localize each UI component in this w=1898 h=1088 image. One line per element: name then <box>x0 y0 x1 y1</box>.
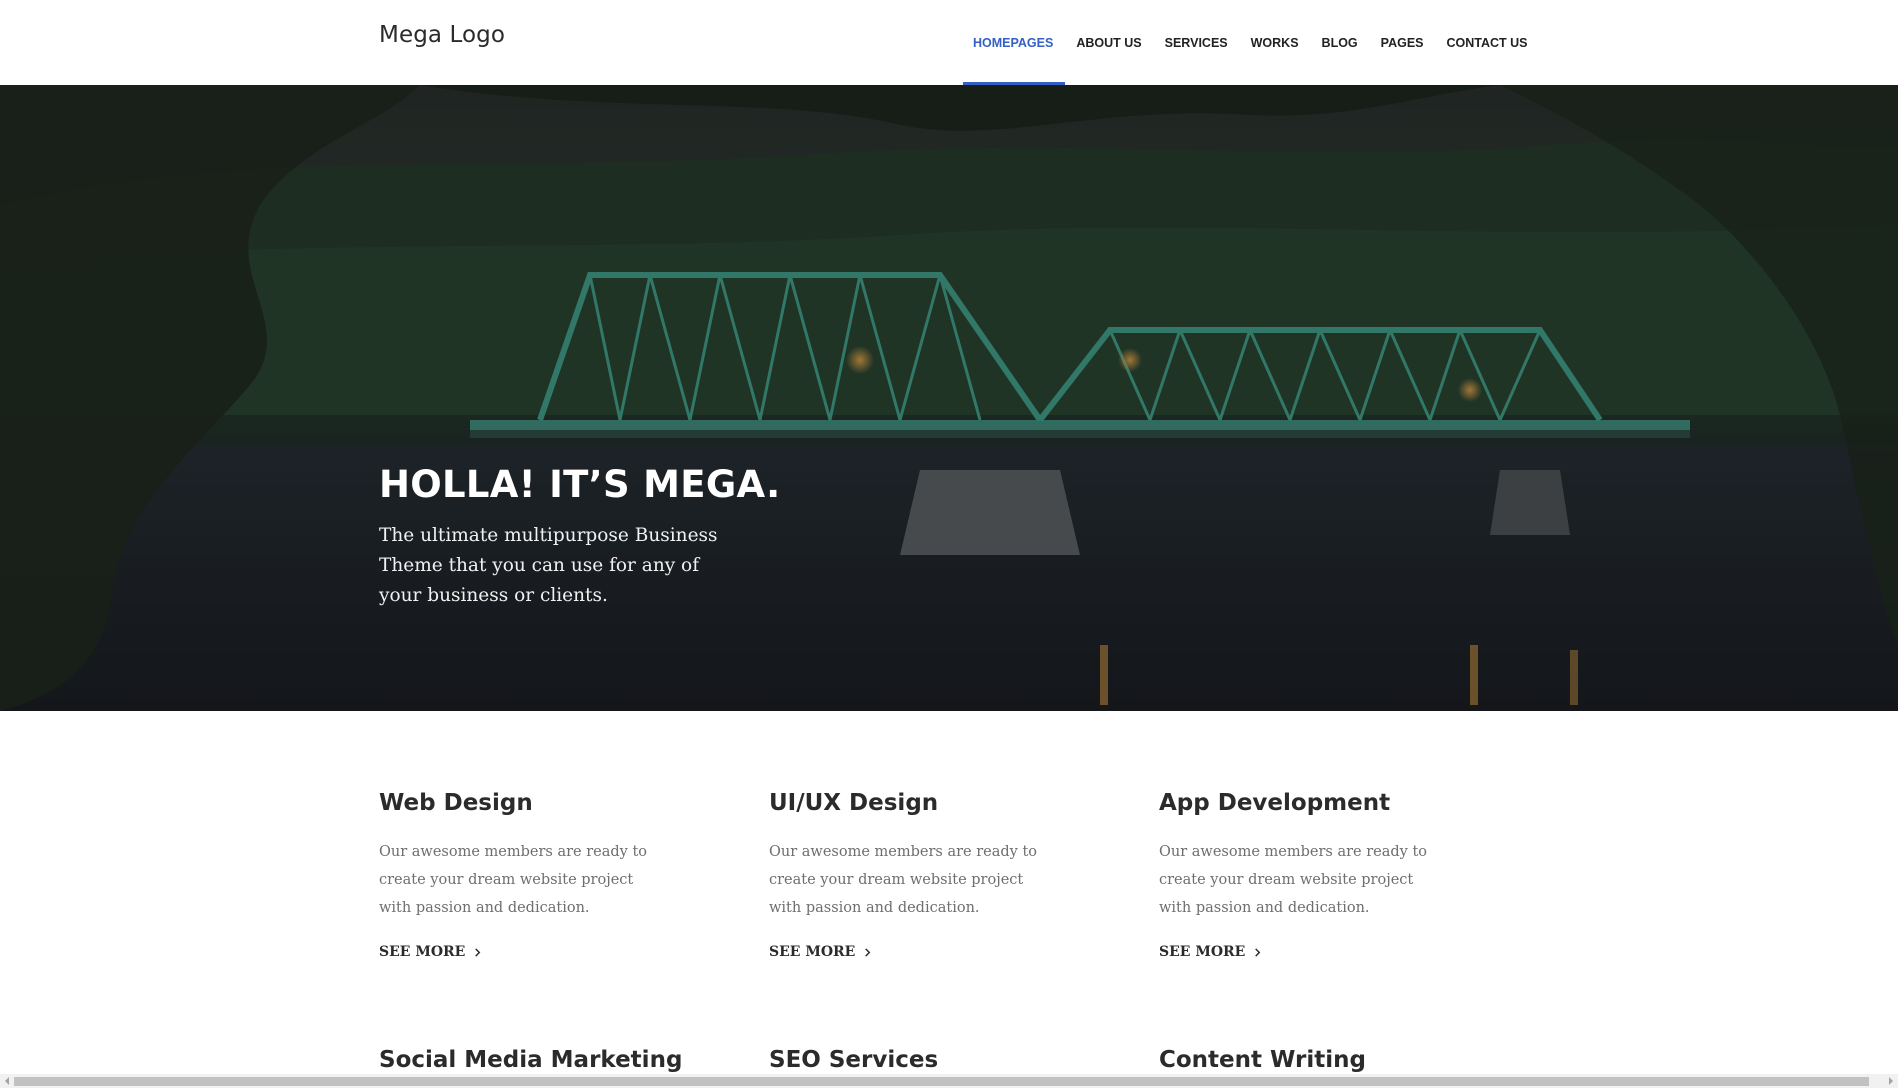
service-card-app-development: App Development Our awesome members are … <box>1159 790 1459 961</box>
service-title: Content Writing <box>1159 1047 1366 1073</box>
arrow-right-icon[interactable] <box>1884 1074 1898 1088</box>
see-more-link[interactable]: SEE MORE <box>769 944 872 960</box>
see-more-label: SEE MORE <box>379 944 466 960</box>
nav-item-contact-us[interactable]: CONTACT US <box>1435 0 1539 85</box>
service-card-seo-services: SEO Services <box>769 1047 1069 1073</box>
service-title: UI/UX Design <box>769 790 939 816</box>
service-description: Our awesome members are ready to create … <box>1159 844 1428 916</box>
service-title: SEO Services <box>769 1047 939 1073</box>
arrow-left-icon[interactable] <box>0 1074 14 1088</box>
chevron-right-icon <box>475 947 481 957</box>
service-title: Web Design <box>379 790 533 816</box>
main-nav: HOMEPAGES ABOUT US SERVICES WORKS BLOG P… <box>963 0 1539 85</box>
service-card-web-design: Web Design Our awesome members are ready… <box>379 790 679 961</box>
service-title: Social Media Marketing <box>379 1047 683 1073</box>
chevron-right-icon <box>1255 947 1261 957</box>
service-description: Our awesome members are ready to create … <box>379 844 648 916</box>
hero-title: HOLLA! IT’S MEGA. <box>379 463 781 506</box>
nav-item-pages[interactable]: PAGES <box>1369 0 1435 85</box>
nav-item-about-us[interactable]: ABOUT US <box>1065 0 1153 85</box>
service-card-ui-ux-design: UI/UX Design Our awesome members are rea… <box>769 790 1069 961</box>
site-logo[interactable]: Mega Logo <box>379 22 505 48</box>
chevron-right-icon <box>865 947 871 957</box>
horizontal-scrollbar[interactable] <box>0 1074 1898 1088</box>
see-more-label: SEE MORE <box>769 944 856 960</box>
hero-description: The ultimate multipurpose Business Theme… <box>379 525 718 606</box>
hero-background-image <box>0 85 1898 711</box>
nav-item-blog[interactable]: BLOG <box>1310 0 1369 85</box>
service-description: Our awesome members are ready to create … <box>769 844 1038 916</box>
see-more-link[interactable]: SEE MORE <box>379 944 482 960</box>
service-card-social-media-marketing: Social Media Marketing <box>379 1047 683 1073</box>
nav-item-homepages[interactable]: HOMEPAGES <box>963 0 1065 85</box>
nav-item-services[interactable]: SERVICES <box>1153 0 1239 85</box>
nav-item-works[interactable]: WORKS <box>1239 0 1310 85</box>
hero-section: HOLLA! IT’S MEGA. The ultimate multipurp… <box>0 85 1898 711</box>
service-card-content-writing: Content Writing <box>1159 1047 1459 1073</box>
see-more-label: SEE MORE <box>1159 944 1246 960</box>
site-header: Mega Logo HOMEPAGES ABOUT US SERVICES WO… <box>0 0 1898 85</box>
scrollbar-thumb[interactable] <box>14 1077 1869 1086</box>
service-title: App Development <box>1159 790 1391 816</box>
see-more-link[interactable]: SEE MORE <box>1159 944 1262 960</box>
